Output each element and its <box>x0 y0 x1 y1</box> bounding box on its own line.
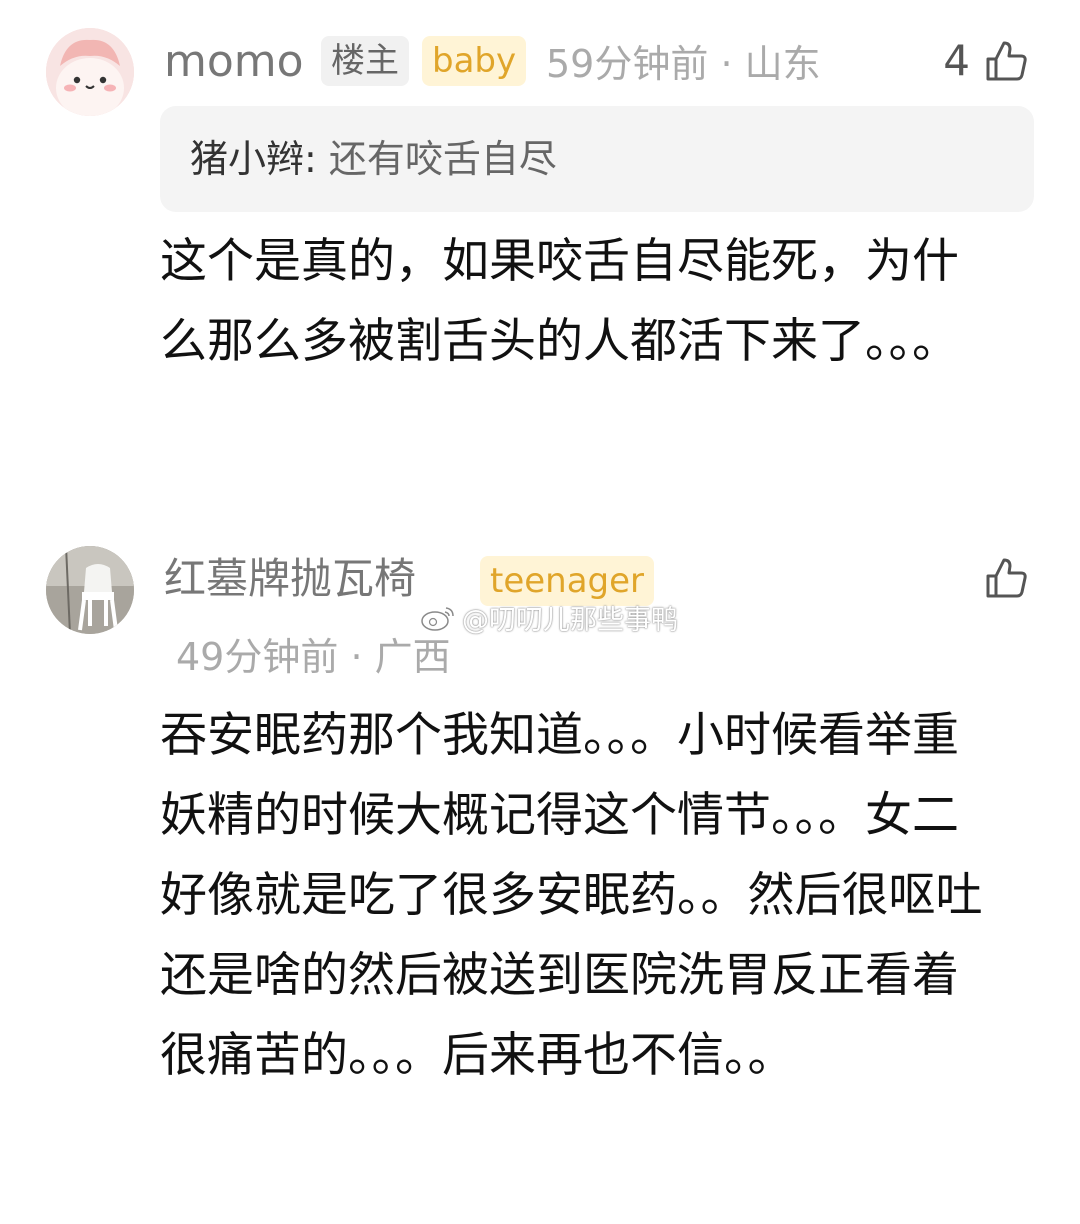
comment-text: 吞安眠药那个我知道。。。小时候看举重妖精的时候大概记得这个情节。。。女二好像就是… <box>160 708 983 1083</box>
quoted-reply[interactable]: 猪小辫: 还有咬舌自尽 <box>160 106 1034 212</box>
comment-time: 59分钟前 <box>546 42 709 86</box>
comment-meta: 49分钟前 · 广西 <box>176 638 451 676</box>
thumbs-up-icon <box>986 41 1027 80</box>
separator-dot: · <box>720 42 745 86</box>
avatar[interactable] <box>46 546 134 634</box>
comment-time: 49分钟前 <box>176 635 339 679</box>
comment-location: 广西 <box>374 635 451 679</box>
like-button[interactable]: 4 <box>943 36 1030 85</box>
username[interactable]: 红墓牌抛瓦椅 <box>164 558 416 600</box>
watermark: @叨叨儿那些事鸭 <box>420 598 678 637</box>
comment-item: momo 楼主 baby 59分钟前 · 山东 4 猪小辫: 还有咬舌自尽 这个… <box>0 0 1080 500</box>
comment-text: 这个是真的，如果咬舌自尽能死，为什么那么多被割舌头的人都活下来了。。。 <box>160 234 959 369</box>
comment-location: 山东 <box>744 42 821 86</box>
quoted-text: 还有咬舌自尽 <box>328 137 557 181</box>
level-badge: baby <box>422 36 527 86</box>
username[interactable]: momo <box>164 40 304 84</box>
like-button[interactable] <box>970 554 1030 602</box>
thumbs-up-icon <box>986 558 1027 598</box>
quoted-author[interactable]: 猪小辫: <box>190 137 329 181</box>
avatar[interactable] <box>46 28 134 116</box>
weibo-logo-icon <box>421 606 454 631</box>
separator-dot: · <box>350 635 375 679</box>
like-count: 4 <box>943 36 970 85</box>
avatar-image <box>46 546 134 634</box>
watermark-text: @叨叨儿那些事鸭 <box>462 605 678 636</box>
op-badge: 楼主 <box>321 36 409 86</box>
comment-meta: 59分钟前 · 山东 <box>546 45 821 83</box>
avatar-image <box>46 28 134 116</box>
